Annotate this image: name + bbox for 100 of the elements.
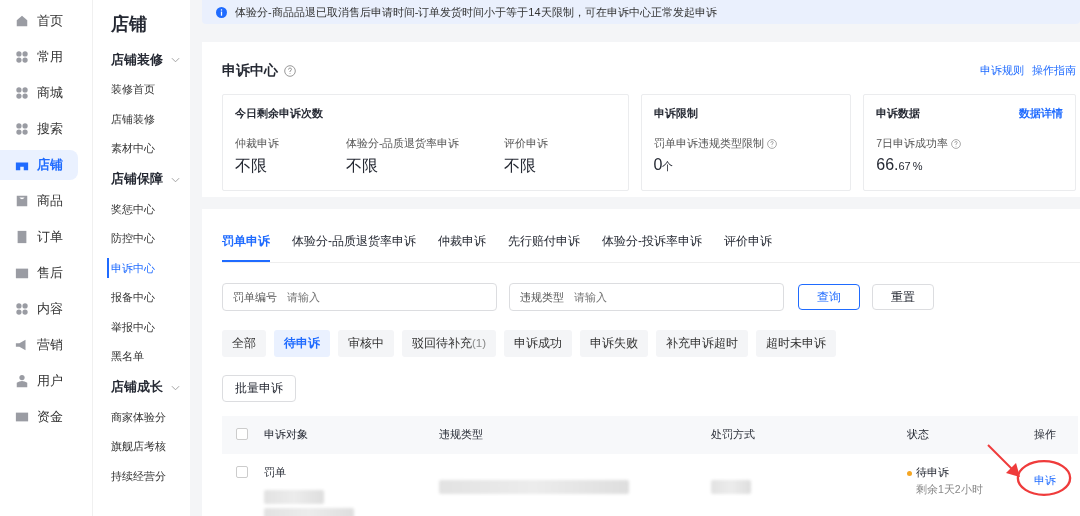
column-header: 处罚方式 [711,428,755,440]
card-title: 申诉限制 [653,107,699,121]
grid-icon [15,86,29,100]
checkbox[interactable] [236,428,248,440]
filter-chip[interactable]: 驳回待补充(1) [402,330,497,357]
chevron-icon [171,176,180,183]
help-icon[interactable] [284,65,296,77]
filter-chip[interactable]: 补充申诉超时 [656,330,749,357]
column-header: 违规类型 [439,428,483,440]
header-link[interactable]: 申诉规则 [980,64,1024,78]
tab[interactable]: 评价申诉 [724,233,772,262]
stat-value: 66.67 % [876,156,924,174]
box-icon [15,266,29,280]
nav-item[interactable]: 常用 [0,42,78,72]
redacted-bar [264,490,324,504]
submenu-item[interactable]: 店铺装修 [111,108,190,138]
stat-value: 不限 [346,156,379,176]
submenu-item[interactable]: 防控中心 [111,228,190,258]
filter-field[interactable]: 罚单编号 请输入 [222,283,497,311]
filter-chip[interactable]: 待申诉 [274,330,330,357]
submenu-item[interactable]: 装修首页 [111,79,190,109]
grid-icon [15,50,29,64]
chevron-icon [171,384,180,391]
redacted-bar [711,480,751,494]
tab[interactable]: 仲裁申诉 [438,233,486,262]
appeal-link[interactable]: 申诉 [1034,474,1056,488]
menu-group[interactable]: 店铺装修 [111,50,190,70]
card-icon [15,410,29,424]
submenu-item[interactable]: 奖惩中心 [111,198,190,228]
submenu-item[interactable]: 举报中心 [111,316,190,346]
nav-item[interactable]: 内容 [0,294,78,324]
help-icon[interactable] [951,139,962,149]
nav-item[interactable]: 资金 [0,402,78,432]
tab[interactable]: 先行赔付申诉 [508,233,580,262]
batch-appeal-button[interactable]: 批量申诉 [222,375,296,402]
stat-value: 不限 [235,156,268,176]
document-icon [15,230,29,244]
nav-item[interactable]: 订单 [0,222,78,252]
nav-item[interactable]: 商城 [0,78,78,108]
menu-group[interactable]: 店铺保障 [111,169,190,190]
submenu-item[interactable]: 报备中心 [111,287,190,317]
field-label: 违规类型 [520,289,564,305]
stat-value: 不限 [504,156,537,176]
column-header: 申诉对象 [264,428,308,440]
nav-item[interactable]: 商品 [0,186,78,216]
nav-item[interactable]: 搜索 [0,114,78,144]
user-icon [15,374,29,388]
stat-label: 评价申诉 [504,137,548,151]
filter-chip[interactable]: 超时未申诉 [756,330,837,357]
details-link[interactable]: 数据详情 [1019,107,1063,121]
field-label: 罚单编号 [233,289,277,305]
home-icon [15,14,29,28]
submenu-item[interactable]: 申诉中心 [107,257,190,278]
filter-field[interactable]: 违规类型 请输入 [509,283,784,311]
megaphone-icon [15,338,29,352]
menu-group[interactable]: 店铺成长 [111,377,190,398]
notice-text: 体验分-商品品退已取消售后申请时间-订单发货时间小于等于14天限制，可在申诉中心正常发起申诉 [235,4,717,20]
remaining-time: 剩余1天2小时 [915,483,984,497]
status-text: 待申诉 [916,466,949,480]
submenu-item[interactable]: 黑名单 [111,346,190,376]
reset-button[interactable]: 重置 [872,284,934,310]
submenu-item[interactable]: 旗舰店考核 [111,436,190,466]
filter-chip[interactable]: 审核中 [338,330,394,357]
annotation-arrow [986,443,1022,479]
chevron-icon [171,57,180,63]
stat-value: 0个 [653,156,675,174]
stat-label: 体验分-品质退货率申诉 [346,137,461,151]
nav-item[interactable]: 售后 [0,258,78,288]
column-header: 状态 [907,428,929,440]
checkbox[interactable] [236,466,248,478]
query-button[interactable]: 查询 [798,284,860,310]
help-icon[interactable] [766,139,777,149]
header-link[interactable]: 操作指南 [1032,64,1076,78]
submenu-item[interactable]: 商家体验分 [111,406,190,436]
filter-chip[interactable]: 申诉失败 [580,330,649,357]
nav-item[interactable]: 营销 [0,330,78,360]
filter-chip[interactable]: 申诉成功 [504,330,573,357]
table-cell: 罚单 [264,466,286,478]
filter-chip[interactable]: 全部 [222,330,266,357]
tab[interactable]: 体验分-投诉率申诉 [602,233,702,262]
nav-item[interactable]: 用户 [0,366,78,396]
stat-label: 罚单申诉违规类型限制 [653,137,764,151]
card-title: 申诉数据 [876,107,921,121]
nav-item[interactable]: 店铺 [0,150,78,180]
grid-icon [15,302,29,316]
stat-label: 7日申诉成功率 [876,137,949,151]
column-header: 操作 [1034,428,1056,440]
info-icon [216,6,227,18]
submenu-item[interactable]: 持续经营分 [111,465,190,495]
card-title: 今日剩余申诉次数 [235,107,324,121]
tab[interactable]: 罚单申诉 [222,233,270,262]
annotation-circle [1016,459,1072,497]
grid-icon [15,122,29,136]
nav-item[interactable]: 首页 [0,6,78,36]
submenu-item[interactable]: 素材中心 [111,138,190,168]
tab[interactable]: 体验分-品质退货率申诉 [292,233,416,262]
section-title: 申诉中心 [222,62,278,80]
stat-label: 仲裁申诉 [235,137,280,151]
submenu-title: 店铺 [111,13,148,36]
bag-icon [15,194,29,208]
